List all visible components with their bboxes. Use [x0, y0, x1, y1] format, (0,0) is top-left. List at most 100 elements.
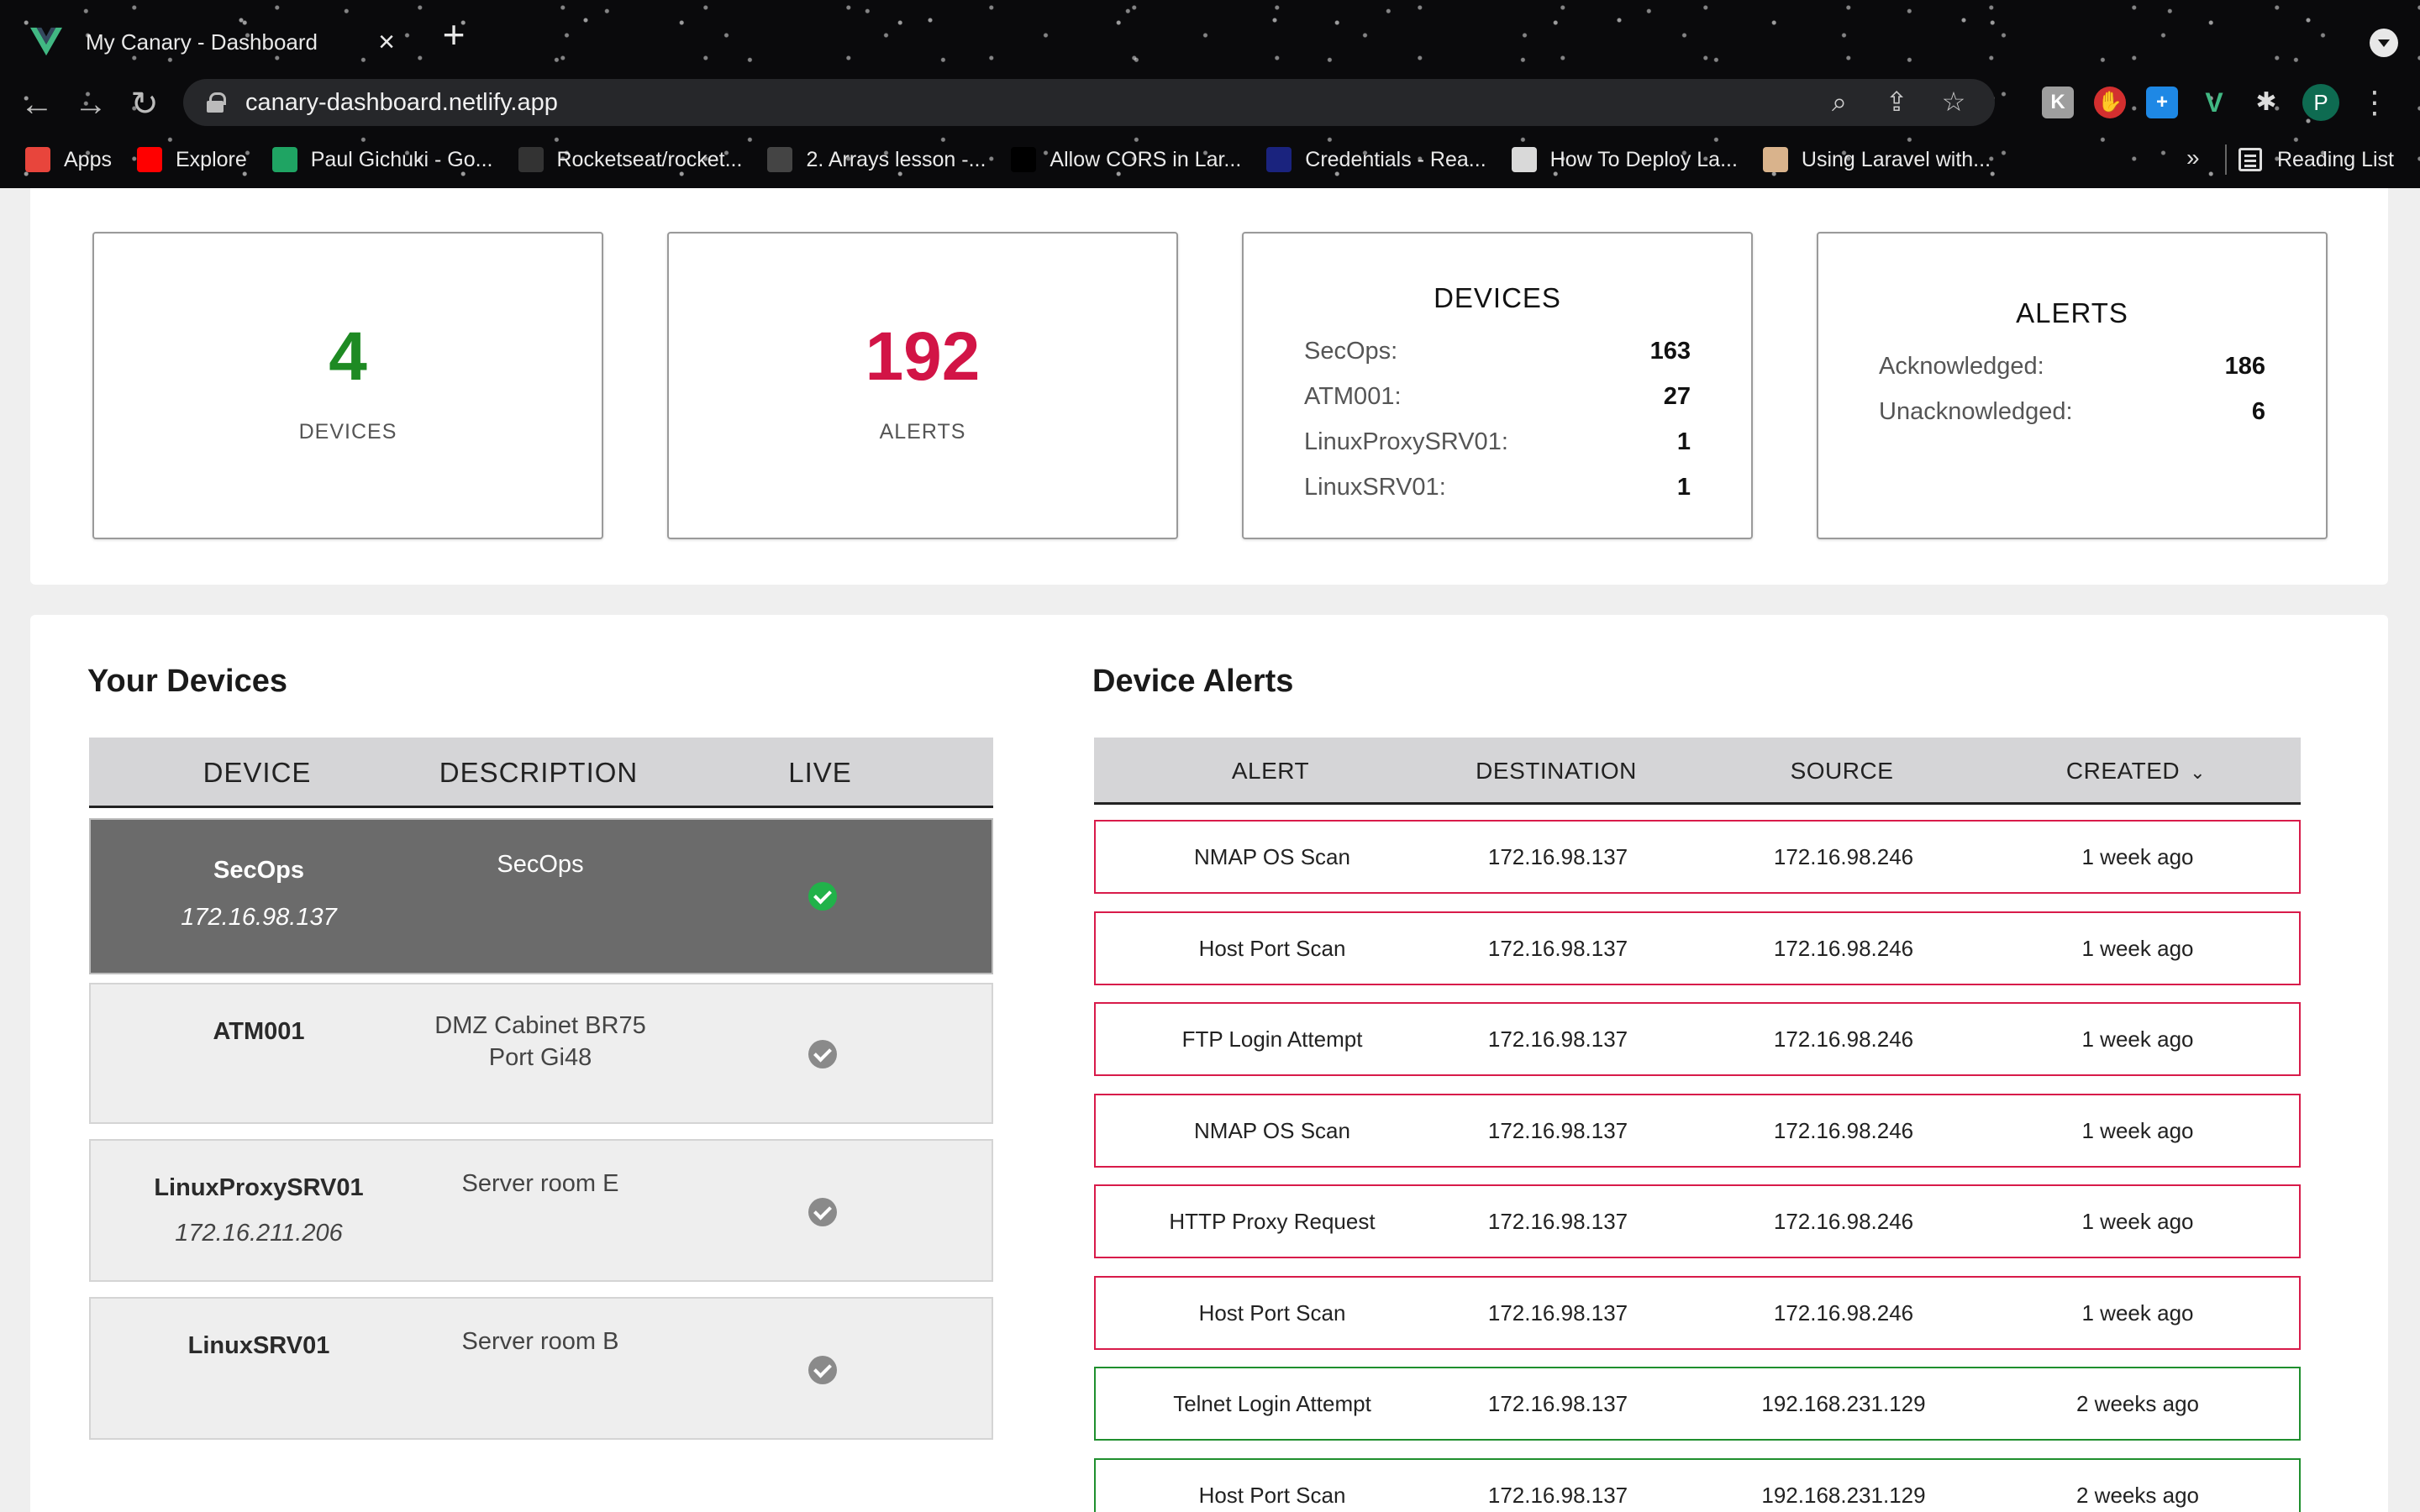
alert-name: Telnet Login Attempt	[1173, 1391, 1371, 1416]
bookmark-label: Credentials - Rea...	[1305, 147, 1486, 171]
extensions-bar: K ✋ + V ✱ P ⋮	[2042, 84, 2390, 121]
devices-count: 4	[329, 318, 367, 395]
device-row-linuxsrv01[interactable]: LinuxSRV01 Server room B	[89, 1297, 993, 1440]
column-header-alert[interactable]: ALERT	[1161, 738, 1380, 805]
double-chevron-down-icon[interactable]: ⌄	[2190, 739, 2206, 806]
extensions-puzzle-icon[interactable]: ✱	[2250, 87, 2282, 118]
devices-count-card: 4 DEVICES	[92, 232, 603, 539]
bookmarks-bar: Apps Explore Paul Gichuki - Go... Rocketsea…	[0, 139, 2420, 180]
back-arrow-icon[interactable]: ←	[18, 86, 55, 123]
column-header-device[interactable]: DEVICE	[89, 738, 425, 808]
address-bar[interactable]: canary-dashboard.netlify.app ⌕ ⇪ ☆	[183, 79, 1995, 126]
device-alert-count: 163	[1649, 338, 1691, 365]
column-header-description[interactable]: DESCRIPTION	[425, 738, 652, 808]
device-name: LinuxSRV01	[187, 1332, 330, 1359]
column-header-live[interactable]: LIVE	[744, 738, 896, 808]
column-header-created[interactable]: CREATED ⌄	[2018, 738, 2254, 805]
alert-created: 1 week ago	[2081, 1026, 2194, 1052]
bookmark-item[interactable]: Explore	[136, 147, 247, 172]
alert-source: 172.16.98.246	[1773, 1300, 1914, 1326]
alert-row[interactable]: Host Port Scan 172.16.98.137 172.16.98.246…	[1094, 1276, 2301, 1350]
device-description: Server room E	[461, 1170, 619, 1197]
medium-icon	[1011, 147, 1037, 172]
alert-name: Host Port Scan	[1198, 936, 1346, 961]
bookmark-item[interactable]: 2. Arrays lesson -...	[767, 147, 986, 172]
column-header-destination[interactable]: DESTINATION	[1447, 738, 1665, 805]
bookmark-label: Explore	[175, 147, 247, 171]
alert-created: 1 week ago	[2081, 936, 2194, 961]
vue-logo-icon	[30, 27, 62, 56]
alerts-table-header: ALERT DESTINATION SOURCE CREATED ⌄	[1094, 738, 2301, 805]
alert-destination: 172.16.98.137	[1487, 1026, 1628, 1052]
github-icon	[518, 147, 544, 172]
bookmark-item[interactable]: Rocketseat/rocket...	[518, 147, 742, 172]
bookmark-item[interactable]: Apps	[25, 147, 112, 172]
share-icon[interactable]: ⇪	[1881, 86, 1912, 118]
created-header-label: CREATED	[2065, 758, 2181, 784]
extension-plus-icon[interactable]: +	[2146, 87, 2178, 118]
alert-destination: 172.16.98.137	[1487, 1118, 1628, 1143]
new-tab-button[interactable]: +	[437, 15, 471, 54]
browser-menu-icon[interactable]: ⋮	[2360, 85, 2390, 120]
bookmark-item[interactable]: Paul Gichuki - Go...	[271, 147, 493, 172]
zoom-icon[interactable]: ⌕	[1823, 86, 1855, 118]
browser-tab[interactable]: My Canary - Dashboard ×	[13, 8, 408, 76]
devices-breakdown-row: SecOps: 163	[1304, 338, 1691, 365]
bookmark-star-icon[interactable]: ☆	[1938, 86, 1970, 118]
devices-count-label: DEVICES	[298, 420, 397, 444]
device-row-linuxproxysrv01[interactable]: LinuxProxySRV01 172.16.211.206 Server ro…	[89, 1139, 993, 1282]
profile-avatar[interactable]: P	[2302, 84, 2339, 121]
device-row-atm001[interactable]: ATM001 DMZ Cabinet BR75 Port Gi48	[89, 983, 993, 1124]
alert-row[interactable]: HTTP Proxy Request 172.16.98.137 172.16.98…	[1094, 1184, 2301, 1258]
column-header-source[interactable]: SOURCE	[1733, 738, 1951, 805]
alert-status-key: Unacknowledged:	[1879, 398, 2073, 425]
alert-row[interactable]: Telnet Login Attempt 172.16.98.137 192.168…	[1094, 1367, 2301, 1441]
forward-arrow-icon[interactable]: →	[72, 86, 109, 123]
device-name: LinuxProxySRV01	[154, 1174, 364, 1201]
bookmark-label: Paul Gichuki - Go...	[310, 147, 493, 171]
close-tab-icon[interactable]: ×	[370, 25, 403, 59]
c-icon	[767, 147, 793, 172]
bookmark-item[interactable]: Allow CORS in Lar...	[1011, 147, 1241, 172]
alert-row[interactable]: Host Port Scan 172.16.98.137 192.168.231.1…	[1094, 1458, 2301, 1512]
bookmark-item[interactable]: Credentials - Rea...	[1266, 147, 1486, 172]
device-ip: 172.16.98.137	[181, 904, 337, 931]
vue-devtools-icon[interactable]: V	[2198, 87, 2230, 118]
alerts-count-label: ALERTS	[879, 420, 966, 444]
alert-row[interactable]: NMAP OS Scan Detected 172.16.98.137 172.16…	[1094, 820, 2301, 940]
devices-breakdown-row: LinuxProxySRV01: 1	[1304, 428, 1691, 456]
tab-search-icon[interactable]	[2370, 29, 2398, 57]
device-description: Server room B	[461, 1328, 619, 1355]
alert-row[interactable]: Host Port Scan 172.16.98.137 172.16.98.246…	[1094, 911, 2301, 985]
alert-created: 1 week ago	[2081, 1300, 2194, 1326]
live-check-icon	[808, 882, 837, 911]
bookmark-item[interactable]: Using Laravel with...	[1762, 147, 1991, 172]
lock-icon	[207, 92, 226, 113]
devices-breakdown-card: DEVICES SecOps: 163 ATM001: 27 LinuxProx…	[1242, 232, 1753, 539]
alert-row[interactable]: FTP Login Attempt 172.16.98.137 172.16.98.…	[1094, 1002, 2301, 1076]
alert-row[interactable]: NMAP OS Scan Detected 172.16.98.137 172.16…	[1094, 1094, 2301, 1214]
alert-destination: 172.16.98.137	[1487, 1391, 1628, 1416]
reload-icon[interactable]: ↻	[126, 86, 163, 123]
device-alerts-title: Device Alerts	[1092, 664, 1294, 699]
youtube-icon	[136, 147, 162, 172]
bookmark-item[interactable]: How To Deploy La...	[1511, 147, 1738, 172]
alert-source: 172.16.98.246	[1773, 1118, 1914, 1143]
bookmark-label: Apps	[64, 147, 112, 171]
reading-list-label: Reading List	[2277, 147, 2394, 171]
devices-breakdown-title: DEVICES	[1434, 282, 1561, 313]
device-row-secops[interactable]: SecOps 172.16.98.137 SecOps	[89, 818, 993, 974]
alerts-count: 192	[865, 318, 981, 395]
devices-breakdown-row: ATM001: 27	[1304, 383, 1691, 411]
bookmarks-overflow-icon[interactable]: »	[2186, 144, 2200, 171]
reading-list-button[interactable]: Reading List	[2238, 139, 2394, 180]
extension-adblock-icon[interactable]: ✋	[2094, 87, 2126, 118]
extension-k-icon[interactable]: K	[2042, 87, 2074, 118]
reading-list-icon	[2238, 148, 2262, 171]
devices-table-header: DEVICE DESCRIPTION LIVE	[89, 738, 993, 808]
google-drive-icon	[271, 147, 297, 172]
alerts-breakdown-title: ALERTS	[2016, 297, 2128, 328]
offline-check-icon	[808, 1040, 837, 1068]
device-alert-count: 1	[1676, 474, 1691, 501]
alert-created: 2 weeks ago	[2076, 1391, 2199, 1416]
